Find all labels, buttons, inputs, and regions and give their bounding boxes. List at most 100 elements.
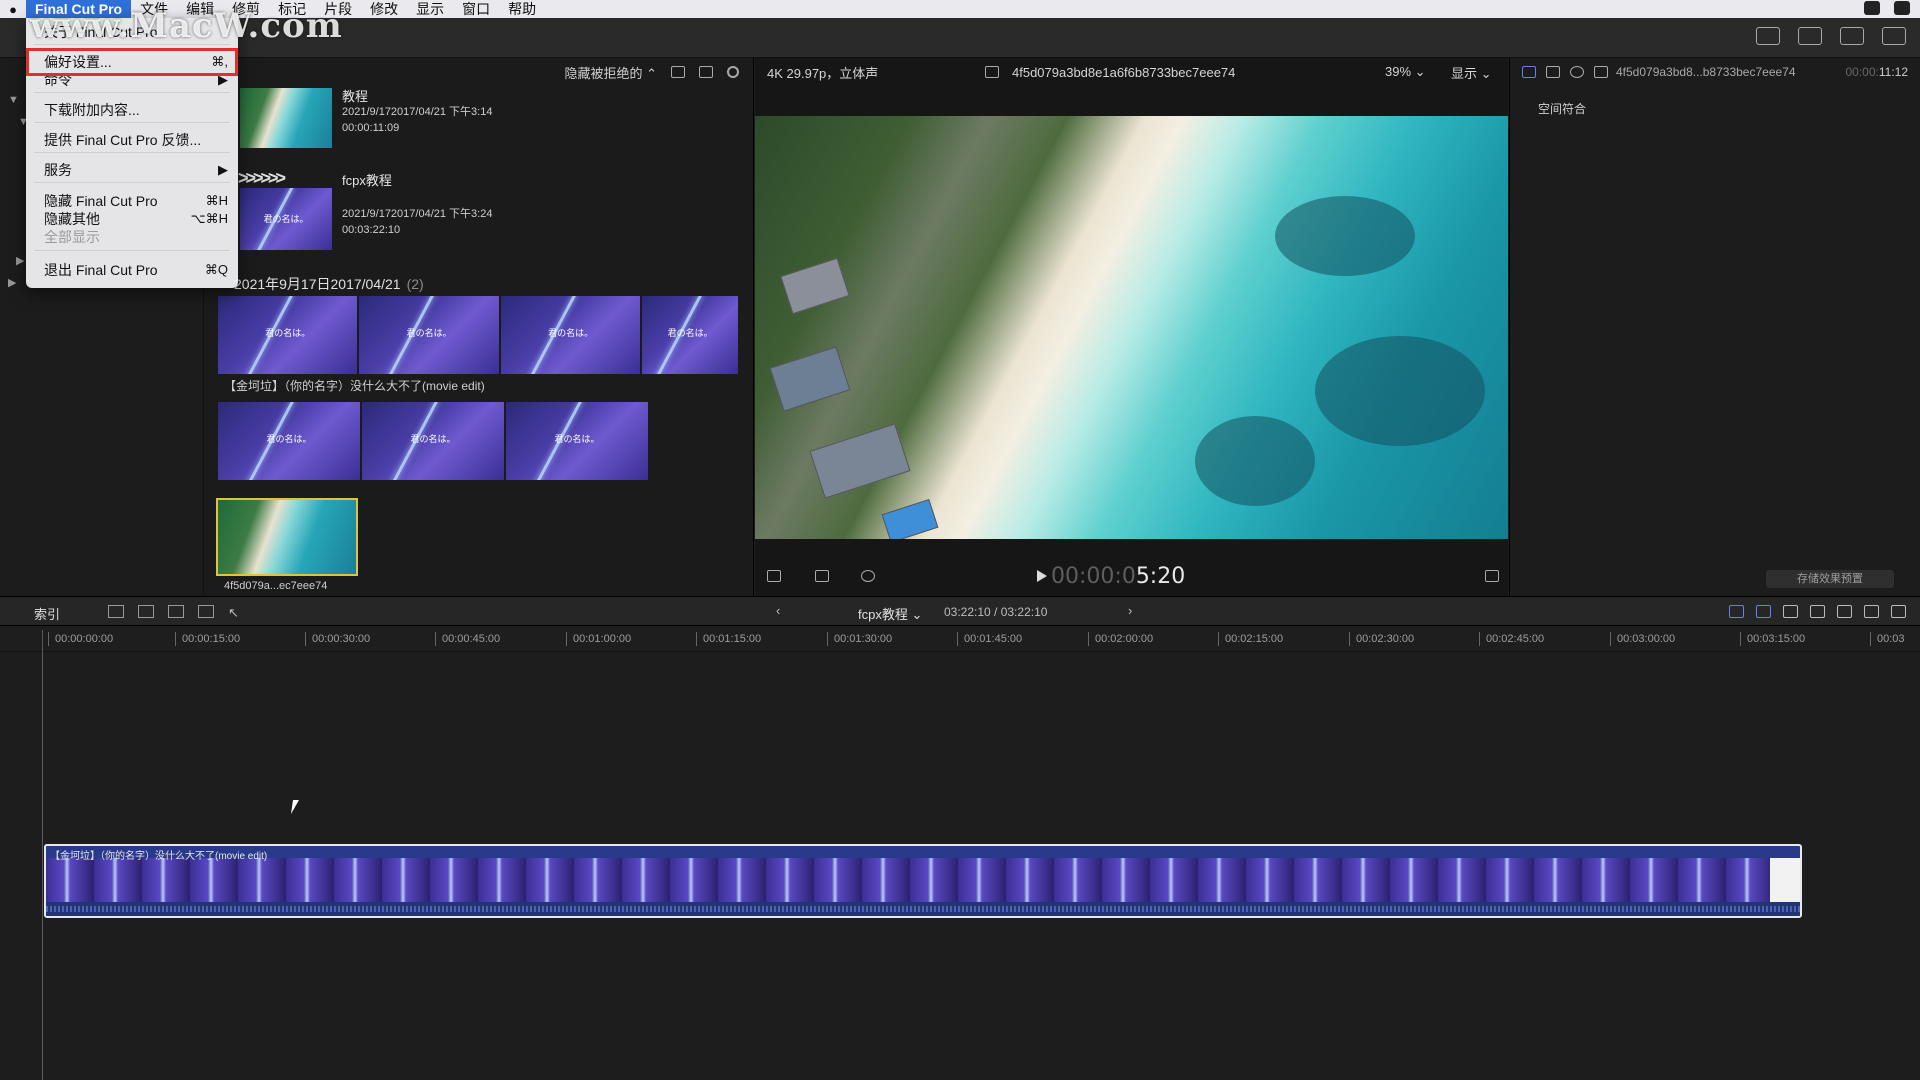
clip-thumbnail[interactable]: 君の名は。 xyxy=(240,188,332,250)
video-inspector-icon[interactable] xyxy=(1522,66,1536,78)
display-dropdown[interactable]: 显示 ⌄ xyxy=(1451,63,1492,82)
thumb-text: 君の名は。 xyxy=(410,433,456,444)
menu-item-preferences[interactable]: 偏好设置... ⌘, xyxy=(26,52,238,72)
timeline-toolbar: 索引 ↖ ‹ fcpx教程 ⌄ 03:22:10 / 03:22:10 › xyxy=(0,596,1920,626)
layout-timeline-icon[interactable] xyxy=(1798,27,1822,45)
menu-item-quit[interactable]: 退出 Final Cut Pro ⌘Q xyxy=(26,260,238,280)
insert-clip-icon[interactable] xyxy=(138,605,154,618)
menu-item-hide-others[interactable]: 隐藏其他 ⌥⌘H xyxy=(26,209,238,229)
disclosure-arrow-icon[interactable]: ▼ xyxy=(8,94,19,106)
enhance-icon[interactable] xyxy=(815,570,829,582)
audio-skimming-icon[interactable] xyxy=(1756,605,1771,618)
filter-dropdown[interactable]: 隐藏被拒绝的 ⌃ xyxy=(564,63,657,82)
layout-inspector-icon[interactable] xyxy=(1840,27,1864,45)
playhead[interactable] xyxy=(42,630,43,1080)
clip-name: 【金坷垃】（你的名字）没什么大不了(movie edit) xyxy=(224,379,485,393)
disclosure-arrow-icon[interactable]: ▶ xyxy=(8,276,16,289)
scene-detail xyxy=(769,346,851,412)
apple-icon[interactable]: ● xyxy=(0,2,26,17)
menu-item-label: 退出 Final Cut Pro xyxy=(44,262,158,278)
filmstrip-frame: 君の名は。 xyxy=(218,296,358,374)
clip-thumbnail[interactable] xyxy=(240,88,332,148)
clip-appearance-icon[interactable] xyxy=(1837,605,1852,618)
forward-icon[interactable]: › xyxy=(1128,603,1132,618)
layout-browser-icon[interactable] xyxy=(1756,27,1780,45)
menu-item-feedback[interactable]: 提供 Final Cut Pro 反馈... xyxy=(26,130,238,150)
status-app-icon[interactable] xyxy=(1864,1,1880,15)
disclosure-arrow-icon[interactable]: ▶ xyxy=(16,254,24,267)
selected-clip-thumbnail[interactable] xyxy=(216,498,358,576)
menu-view[interactable]: 显示 xyxy=(407,0,453,18)
menu-item-hide[interactable]: 隐藏 Final Cut Pro ⌘H xyxy=(26,191,238,211)
menu-separator xyxy=(34,182,230,183)
ruler-tick: 00:01:15:00 xyxy=(696,632,761,646)
list-view-icon[interactable] xyxy=(671,66,685,78)
skimming-icon[interactable] xyxy=(1729,605,1744,618)
menu-item-commands[interactable]: 命令 ▶ xyxy=(26,70,238,90)
clip-filmstrip[interactable]: 君の名は。 君の名は。 君の名は。 xyxy=(218,402,658,480)
video-frame[interactable] xyxy=(755,116,1508,539)
viewer-header: 4K 29.97p，立体声 4f5d079a3bd8e1a6f6b8733bec… xyxy=(755,58,1508,86)
ruler-tick: 00:00:00:00 xyxy=(48,632,113,646)
index-button[interactable]: 索引 xyxy=(34,604,60,623)
back-icon[interactable]: ‹ xyxy=(776,603,780,618)
clip-filmstrip[interactable]: 君の名は。 君の名は。 君の名は。 君の名は。 xyxy=(218,296,738,374)
menu-item-label: 命令 xyxy=(44,72,72,88)
audio-inspector-icon[interactable] xyxy=(1546,66,1560,78)
append-clip-icon[interactable] xyxy=(168,605,184,618)
ruler-tick: 00:01:30:00 xyxy=(827,632,892,646)
snapping-icon[interactable] xyxy=(1810,605,1825,618)
thumb-text: 君の名は。 xyxy=(406,327,452,338)
ruler-tick: 00:01:45:00 xyxy=(957,632,1022,646)
info-inspector-icon[interactable] xyxy=(1570,66,1584,78)
menu-item-services[interactable]: 服务 ▶ xyxy=(26,160,238,180)
timeline-index-icon[interactable] xyxy=(1864,605,1879,618)
save-preset-button[interactable]: 存储效果预置 xyxy=(1766,570,1894,588)
overwrite-clip-icon[interactable] xyxy=(198,605,214,618)
timeline-clip-frames xyxy=(46,858,1800,904)
effects-browser-icon[interactable] xyxy=(1891,605,1906,618)
connect-clip-icon[interactable] xyxy=(108,605,124,618)
transform-icon[interactable] xyxy=(767,570,781,582)
menu-separator xyxy=(34,92,230,93)
spatial-conform-label: 空间符合 xyxy=(1538,102,1587,116)
menu-item-label: 全部显示 xyxy=(44,229,100,245)
share-icon[interactable] xyxy=(1882,27,1906,45)
clip-date: 2021/9/172017/04/21 下午3:24 xyxy=(342,208,493,220)
viewer-clip-name: 4f5d079a3bd8e1a6f6b8733bec7eee74 xyxy=(1012,64,1236,80)
menu-item-download[interactable]: 下载附加内容... xyxy=(26,100,238,120)
menu-modify[interactable]: 修改 xyxy=(361,0,407,18)
fullscreen-icon[interactable] xyxy=(1485,570,1499,582)
filter-label: 隐藏被拒绝的 xyxy=(564,65,643,81)
filmstrip-chevrons-icon: >>>>>> xyxy=(238,168,286,188)
project-duration: 03:22:10 / 03:22:10 xyxy=(944,605,1048,619)
menu-shortcut: ⌘Q xyxy=(204,262,228,277)
clip-appearance-icon[interactable] xyxy=(699,66,713,78)
status-wechat-icon[interactable] xyxy=(1894,1,1910,15)
speed-icon[interactable] xyxy=(861,570,875,582)
ruler-tick: 00:01:00:00 xyxy=(566,632,631,646)
display-label: 显示 xyxy=(1451,65,1478,81)
zoom-value: 39% xyxy=(1385,64,1412,79)
zoom-dropdown[interactable]: 39% ⌄ xyxy=(1385,64,1426,80)
search-icon[interactable] xyxy=(727,66,739,78)
timeline-ruler[interactable]: 00:00:00:00 00:00:15:00 00:00:30:00 00:0… xyxy=(0,626,1920,652)
menu-window[interactable]: 窗口 xyxy=(453,0,499,18)
select-tool-icon[interactable]: ↖ xyxy=(228,605,244,620)
thumb-text: 君の名は。 xyxy=(263,213,309,224)
project-dropdown[interactable]: fcpx教程 ⌄ xyxy=(858,604,922,623)
clip-duration: 00:03:22:10 xyxy=(342,224,401,236)
headphones-icon[interactable] xyxy=(1783,605,1798,618)
ruler-tick: 00:03 xyxy=(1870,632,1905,646)
ruler-tick: 00:00:15:00 xyxy=(175,632,240,646)
menu-shortcut: ⌥⌘H xyxy=(190,211,228,226)
menu-item-label: 隐藏 Final Cut Pro xyxy=(44,193,158,209)
menu-help[interactable]: 帮助 xyxy=(499,0,545,18)
event-date-group[interactable]: 2021年9月17日2017/04/21 (2) xyxy=(234,274,424,294)
transform-inspector-icon[interactable] xyxy=(1594,66,1608,78)
timeline-clip[interactable]: 【金坷垃】（你的名字）没什么大不了(movie edit) xyxy=(44,844,1802,918)
play-icon[interactable] xyxy=(1037,570,1047,582)
scene-detail xyxy=(780,257,850,315)
timecode-dim: 00:00:0 xyxy=(1051,564,1136,589)
menu-separator xyxy=(34,152,230,153)
